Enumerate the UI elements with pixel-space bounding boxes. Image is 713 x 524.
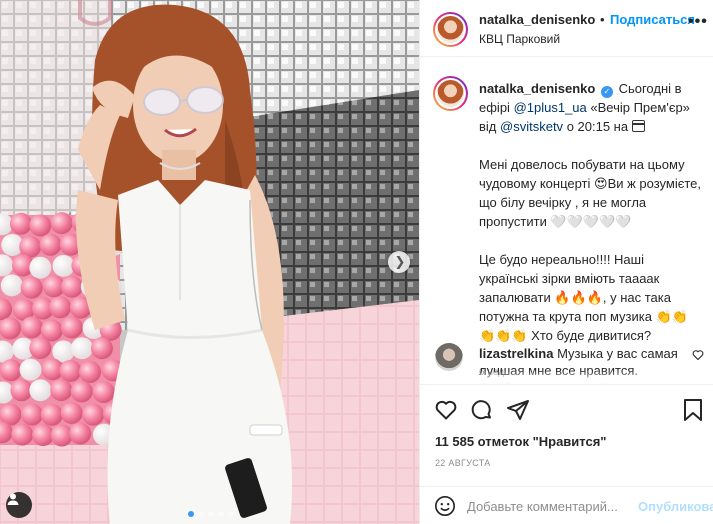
post-actions: 11 585 отметок "Нравится" 22 АВГУСТА — [420, 384, 713, 502]
ball-pit-ball — [60, 401, 83, 424]
author-avatar-ring[interactable] — [433, 12, 468, 47]
carousel-dot — [218, 511, 224, 517]
ball-pit-ball — [20, 276, 43, 299]
tagged-users-button[interactable] — [6, 492, 32, 518]
comment-like-heart-icon[interactable] — [692, 349, 704, 361]
ball-pit-ball — [39, 233, 62, 256]
caption-text-part3: о 20:15 на — [566, 119, 629, 134]
ball-pit-ball — [70, 380, 93, 403]
next-photo-button[interactable]: ❯ — [388, 251, 410, 273]
ball-pit-ball — [52, 254, 75, 277]
caption-second-paragraph: Мені довелось побувати на цьому чудовому… — [479, 157, 702, 229]
emoji-smiley-icon[interactable] — [434, 495, 456, 517]
carousel-dot — [198, 511, 204, 517]
photo-illustration — [0, 0, 419, 524]
post-header: natalka_denisenko • Подписаться КВЦ Парк… — [420, 0, 713, 57]
ball-pit-ball — [90, 337, 113, 360]
post-location[interactable]: КВЦ Парковий — [479, 32, 560, 46]
ball-pit-ball — [20, 316, 43, 339]
carousel-indicator — [188, 511, 234, 517]
comment-bubble-icon[interactable] — [470, 398, 494, 422]
ball-pit-ball — [29, 214, 52, 237]
chevron-right-icon: ❯ — [394, 254, 406, 270]
like-heart-icon[interactable] — [434, 398, 458, 422]
caption-avatar-ring[interactable] — [433, 76, 468, 111]
caption-avatar[interactable] — [437, 80, 464, 107]
ball-pit-ball — [11, 423, 34, 446]
caption-third-paragraph: Це будо нереально!!!! Наші українські зі… — [479, 252, 688, 343]
ball-pit-ball — [0, 274, 23, 297]
ball-pit-ball — [79, 361, 102, 384]
ball-pit-ball — [50, 379, 73, 402]
ball-pit-ball — [40, 403, 63, 426]
ball-pit-ball — [29, 337, 52, 360]
follow-button[interactable]: Подписаться — [610, 12, 695, 27]
ball-pit-ball — [9, 212, 32, 235]
add-comment-bar: Опубликовать — [420, 486, 713, 524]
ball-pit-ball — [19, 358, 42, 381]
ball-pit-ball — [32, 424, 55, 447]
commenter-avatar[interactable] — [435, 343, 463, 371]
header-separator: • — [600, 12, 605, 27]
ball-pit-ball — [0, 317, 22, 340]
carousel-dot — [208, 511, 214, 517]
post-side-panel: natalka_denisenko • Подписаться КВЦ Парк… — [419, 0, 713, 524]
caption-text: natalka_denisenko ✓ Сьогодні в ефірі @1p… — [479, 79, 704, 382]
carousel-dot-active — [188, 511, 194, 517]
bookmark-save-icon[interactable] — [682, 398, 704, 422]
verified-badge-icon: ✓ — [600, 86, 613, 98]
author-avatar[interactable] — [437, 16, 464, 43]
ball-pit-ball — [60, 275, 83, 298]
ball-pit-ball — [92, 381, 115, 404]
publish-button[interactable]: Опубликовать — [638, 499, 713, 514]
ball-pit-ball — [60, 316, 83, 339]
ball-pit-ball — [29, 379, 52, 402]
comment-item: lizastrelkina Музыка у вас самая лучшая … — [420, 340, 713, 384]
comment-fade — [420, 370, 713, 384]
comment-input[interactable] — [467, 487, 637, 524]
post-date[interactable]: 22 АВГУСТА — [435, 458, 491, 468]
ball-pit-ball — [50, 212, 73, 235]
likes-count[interactable]: 11 585 отметок "Нравится" — [435, 434, 606, 449]
ball-pit-ball — [29, 256, 52, 279]
mention-svitsketv[interactable]: @svitsketv — [500, 119, 563, 134]
calendar-emoji-icon — [631, 120, 645, 132]
ball-pit-ball — [0, 359, 22, 382]
mention-1plus1[interactable]: @1plus1_ua — [514, 100, 587, 115]
share-send-icon[interactable] — [506, 398, 530, 422]
ball-pit-ball — [82, 403, 105, 426]
ball-pit-ball — [69, 422, 92, 445]
caption-first-paragraph: natalka_denisenko ✓ Сьогодні в ефірі @1p… — [479, 79, 704, 136]
ball-pit-ball — [49, 296, 72, 319]
author-username[interactable]: natalka_denisenko — [479, 12, 595, 27]
ball-pit-ball — [10, 379, 33, 402]
ball-pit-ball — [20, 403, 43, 426]
ball-pit-ball — [70, 337, 93, 360]
post-photo[interactable]: ❯ — [0, 0, 419, 524]
carousel-dot — [228, 511, 234, 517]
user-tag-icon — [7, 493, 19, 505]
ellipsis-icon[interactable]: ••• — [688, 13, 708, 31]
ball-pit-ball — [59, 359, 82, 382]
commenter-username[interactable]: lizastrelkina — [479, 346, 553, 361]
caption-username[interactable]: natalka_denisenko — [479, 81, 595, 96]
